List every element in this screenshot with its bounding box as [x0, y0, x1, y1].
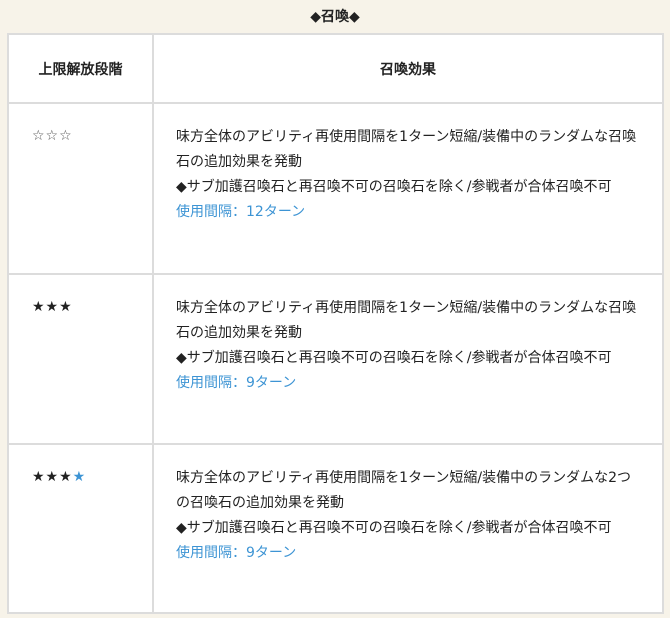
section-title: ◆召喚◆: [310, 9, 360, 25]
header-limit-break-stage: 上限解放段階: [7, 33, 154, 104]
table-row: ☆☆☆ 味方全体のアビリティ再使用間隔を1ターン短縮/装備中のランダムな召喚石の…: [7, 102, 664, 275]
stars-cell: ★★★: [7, 273, 154, 445]
use-interval: 使用間隔：9ターン: [176, 375, 297, 391]
table-header-row: 上限解放段階 召喚効果: [7, 33, 664, 104]
summon-effect-table: 上限解放段階 召喚効果 ☆☆☆ 味方全体のアビリティ再使用間隔を1ターン短縮/装…: [7, 33, 664, 614]
effect-text: 味方全体のアビリティ再使用間隔を1ターン短縮/装備中のランダムな召喚石の追加効果…: [176, 300, 637, 341]
use-interval: 使用間隔：9ターン: [176, 545, 297, 561]
effect-text: 味方全体のアビリティ再使用間隔を1ターン短縮/装備中のランダムな2つの召喚石の追…: [176, 470, 631, 511]
effect-note: ◆サブ加護召喚石と再召喚不可の召喚石を除く/参戦者が合体召喚不可: [176, 350, 612, 366]
page: ◆召喚◆ 上限解放段階 召喚効果 ☆☆☆ 味方全体のアビリティ再使用間隔を1ター…: [0, 0, 670, 618]
star-filled-icon: ★★★: [32, 469, 73, 485]
use-interval: 使用間隔：12ターン: [176, 204, 306, 220]
effect-text: 味方全体のアビリティ再使用間隔を1ターン短縮/装備中のランダムな召喚石の追加効果…: [176, 129, 637, 170]
table-row: ★★★★ 味方全体のアビリティ再使用間隔を1ターン短縮/装備中のランダムな2つの…: [7, 443, 664, 614]
star-filled-icon: ★★★: [32, 299, 73, 315]
stars-cell: ☆☆☆: [7, 102, 154, 275]
effect-note: ◆サブ加護召喚石と再召喚不可の召喚石を除く/参戦者が合体召喚不可: [176, 179, 612, 195]
effect-cell: 味方全体のアビリティ再使用間隔を1ターン短縮/装備中のランダムな2つの召喚石の追…: [152, 443, 664, 614]
effect-note: ◆サブ加護召喚石と再召喚不可の召喚石を除く/参戦者が合体召喚不可: [176, 520, 612, 536]
effect-cell: 味方全体のアビリティ再使用間隔を1ターン短縮/装備中のランダムな召喚石の追加効果…: [152, 102, 664, 275]
header-summon-effect: 召喚効果: [152, 33, 664, 104]
star-blue-icon: ★: [72, 469, 87, 485]
table-row: ★★★ 味方全体のアビリティ再使用間隔を1ターン短縮/装備中のランダムな召喚石の…: [7, 273, 664, 445]
effect-cell: 味方全体のアビリティ再使用間隔を1ターン短縮/装備中のランダムな召喚石の追加効果…: [152, 273, 664, 445]
stars-cell: ★★★★: [7, 443, 154, 614]
star-outline-icon: ☆☆☆: [32, 128, 73, 144]
